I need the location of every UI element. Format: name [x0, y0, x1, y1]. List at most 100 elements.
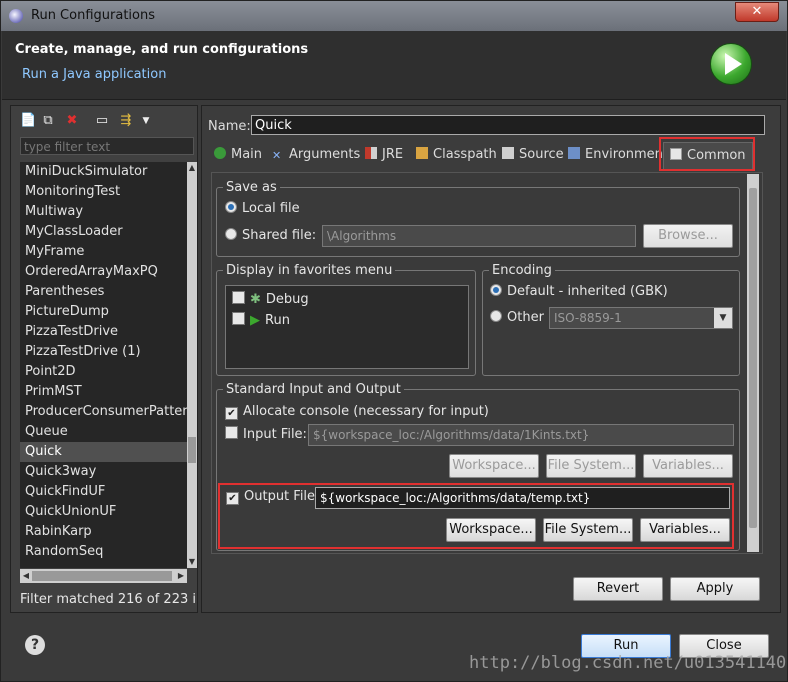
favorites-list: ✱ Debug ▶ Run	[225, 285, 469, 369]
configurations-list: MiniDuckSimulator MonitoringTest Multiway M…	[20, 162, 187, 568]
list-item[interactable]: Quick3way	[20, 462, 187, 482]
shared-file-label: Shared file:	[242, 228, 317, 243]
list-item[interactable]: Queue	[20, 422, 187, 442]
filter-icon[interactable]: ⇶	[119, 114, 133, 128]
content-scroll-thumb[interactable]	[749, 188, 757, 528]
list-item[interactable]: PictureDump	[20, 302, 187, 322]
list-item[interactable]: MyClassLoader	[20, 222, 187, 242]
favorite-run-label: Run	[265, 313, 290, 328]
help-icon[interactable]: ?	[25, 635, 45, 655]
default-encoding-label: Default - inherited (GBK)	[507, 284, 668, 299]
list-item[interactable]: PizzaTestDrive	[20, 322, 187, 342]
tab-arguments[interactable]: ✕ Arguments	[272, 142, 360, 168]
output-file-field[interactable]: ${workspace_loc:/Algorithms/data/temp.tx…	[315, 487, 730, 509]
output-file-checkbox[interactable]: ✔ Output File:	[226, 489, 319, 505]
input-variables-button[interactable]: Variables...	[643, 454, 733, 478]
allocate-console-checkbox[interactable]: ✔ Allocate console (necessary for input)	[225, 404, 489, 420]
local-file-radio[interactable]: Local file	[225, 201, 300, 216]
list-item[interactable]: QuickUnionUF	[20, 502, 187, 522]
input-file-system-button[interactable]: File System...	[546, 454, 636, 478]
list-item[interactable]: Parentheses	[20, 282, 187, 302]
delete-config-icon[interactable]: ✖	[65, 114, 79, 128]
scroll-right-arrow-icon[interactable]: ▶	[175, 569, 187, 583]
header-subtitle: Run a Java application	[22, 67, 167, 82]
default-encoding-radio-icon	[490, 284, 502, 296]
collapse-all-icon[interactable]: ▭	[95, 114, 109, 128]
list-item[interactable]: PizzaTestDrive (1)	[20, 342, 187, 362]
tab-jre[interactable]: JRE	[365, 142, 403, 168]
list-item[interactable]: ProducerConsumerPattern	[20, 402, 187, 422]
eclipse-icon	[9, 9, 23, 23]
name-field[interactable]: Quick	[251, 115, 765, 135]
output-file-system-button[interactable]: File System...	[543, 518, 633, 542]
tab-source-label: Source	[519, 147, 564, 162]
favorite-run-checkbox	[232, 312, 245, 325]
filter-menu-chevron-icon[interactable]: ▼	[139, 114, 153, 128]
shared-file-field[interactable]: \Algorithms	[322, 225, 636, 247]
new-config-icon[interactable]: 📄	[20, 114, 36, 128]
input-file-field[interactable]: ${workspace_loc:/Algorithms/data/1Kints.…	[308, 424, 734, 446]
configuration-editor: Name: Quick Main ✕ Arguments JRE Classpat…	[201, 105, 781, 613]
output-variables-button[interactable]: Variables...	[640, 518, 730, 542]
list-item[interactable]: QuickFindUF	[20, 482, 187, 502]
hscroll-thumb[interactable]	[32, 571, 172, 581]
local-file-radio-icon	[225, 201, 237, 213]
list-horizontal-scrollbar[interactable]: ◀ ▶	[20, 569, 187, 583]
main-tab-icon	[214, 147, 226, 159]
window-close-button[interactable]: ✕	[735, 2, 779, 22]
scroll-thumb[interactable]	[188, 437, 196, 463]
output-file-label: Output File:	[244, 489, 320, 504]
browse-button[interactable]: Browse...	[643, 224, 733, 248]
run-banner-icon	[710, 43, 752, 85]
list-item[interactable]: MyFrame	[20, 242, 187, 262]
input-file-checkbox[interactable]: Input File:	[225, 426, 307, 442]
list-item[interactable]: OrderedArrayMaxPQ	[20, 262, 187, 282]
list-item[interactable]: MonitoringTest	[20, 182, 187, 202]
list-vertical-scrollbar[interactable]: ▲ ▼	[187, 162, 197, 568]
common-tab-content: Save as Local file Shared file: \Algorit…	[211, 172, 763, 554]
save-as-group: Save as Local file Shared file: \Algorit…	[216, 180, 740, 257]
input-workspace-button[interactable]: Workspace...	[449, 454, 539, 478]
list-item[interactable]: Multiway	[20, 202, 187, 222]
scroll-down-arrow-icon[interactable]: ▼	[187, 556, 197, 568]
list-item[interactable]: PrimMST	[20, 382, 187, 402]
chevron-down-icon[interactable]: ▼	[714, 308, 732, 328]
favorite-run-item[interactable]: ▶ Run	[232, 312, 290, 328]
tab-environment[interactable]: Environment	[568, 142, 668, 168]
scroll-up-arrow-icon[interactable]: ▲	[187, 162, 197, 174]
list-item[interactable]: Point2D	[20, 362, 187, 382]
list-item[interactable]: MiniDuckSimulator	[20, 162, 187, 182]
revert-button[interactable]: Revert	[573, 577, 663, 601]
content-vertical-scrollbar[interactable]	[747, 174, 759, 552]
list-item[interactable]: RabinKarp	[20, 522, 187, 542]
name-label: Name:	[208, 119, 251, 134]
filter-input[interactable]: type filter text	[20, 137, 194, 155]
list-item[interactable]: RandomSeq	[20, 542, 187, 562]
configurations-panel: 📄 ⧉ ✖ ▭ ⇶ ▼ type filter text MiniDuckSim…	[10, 105, 198, 613]
environment-tab-icon	[568, 147, 580, 159]
other-encoding-radio[interactable]: Other	[490, 310, 544, 325]
favorite-debug-item[interactable]: ✱ Debug	[232, 291, 309, 307]
run-play-icon: ▶	[250, 313, 260, 328]
output-file-check-icon: ✔	[226, 492, 239, 505]
duplicate-config-icon[interactable]: ⧉	[41, 114, 55, 128]
output-workspace-button[interactable]: Workspace...	[446, 518, 536, 542]
favorite-debug-label: Debug	[265, 292, 309, 307]
tab-classpath[interactable]: Classpath	[416, 142, 497, 168]
title-bar[interactable]: Run Configurations ✕	[1, 1, 787, 31]
other-encoding-select[interactable]: ISO-8859-1 ▼	[549, 307, 733, 329]
tab-classpath-label: Classpath	[433, 147, 497, 162]
filter-status: Filter matched 216 of 223 items	[20, 592, 196, 607]
other-encoding-label: Other	[507, 310, 544, 325]
list-item[interactable]: Quick	[20, 442, 187, 462]
default-encoding-radio[interactable]: Default - inherited (GBK)	[490, 284, 668, 299]
debug-bug-icon: ✱	[250, 292, 261, 307]
tab-main[interactable]: Main	[214, 142, 262, 168]
tab-source[interactable]: Source	[502, 142, 564, 168]
scroll-left-arrow-icon[interactable]: ◀	[20, 569, 32, 583]
shared-file-radio-icon	[225, 228, 237, 240]
tab-environment-label: Environment	[585, 147, 669, 162]
favorites-group: Display in favorites menu ✱ Debug ▶ Run	[216, 263, 476, 376]
shared-file-radio[interactable]: Shared file:	[225, 228, 316, 243]
apply-button[interactable]: Apply	[670, 577, 760, 601]
